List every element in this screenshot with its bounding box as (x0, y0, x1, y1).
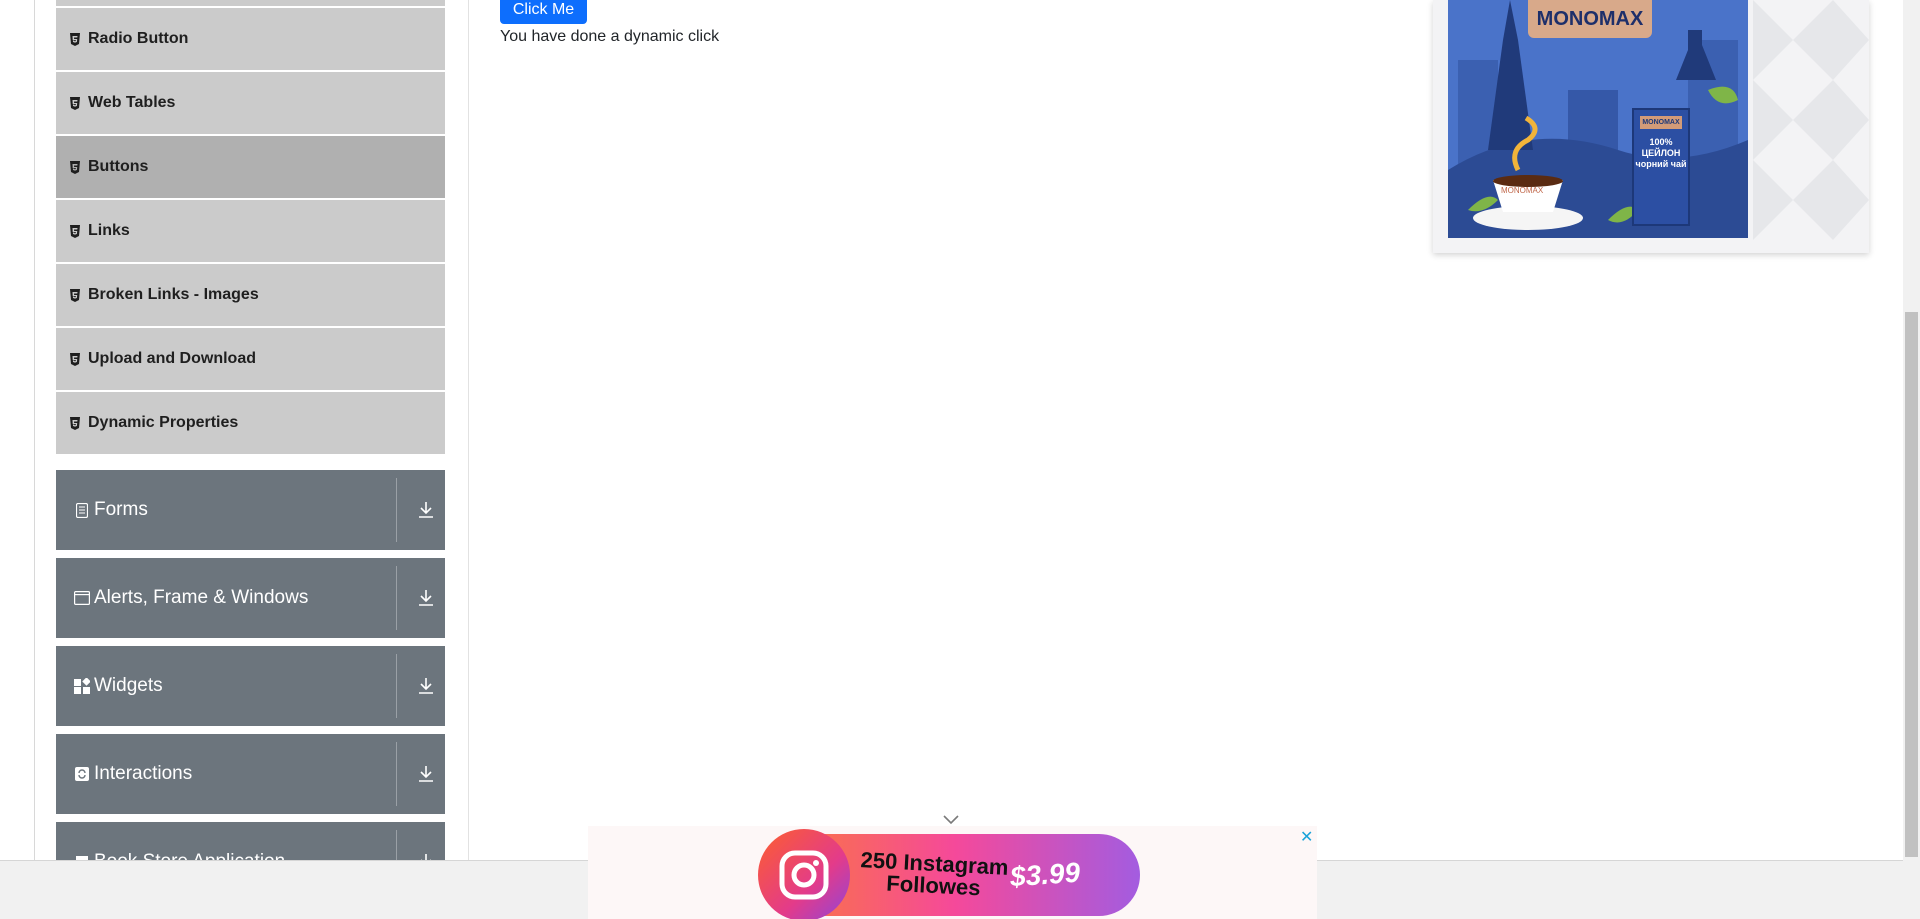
group-header-forms[interactable]: Forms (56, 470, 445, 550)
brand-logo: MONOMAX (1528, 0, 1652, 38)
download-arrow-icon[interactable] (413, 673, 439, 699)
click-me-button[interactable]: Click Me (500, 0, 587, 24)
group-header-interactions[interactable]: Interactions (56, 734, 445, 814)
group-label: Widgets (94, 675, 163, 696)
instagram-followers-ad[interactable]: 250 Instagram Followes $3.99 ✕ (588, 826, 1317, 919)
group-separator (396, 566, 397, 630)
window-icon (73, 589, 91, 607)
sidebar-item-broken-links[interactable]: Broken Links - Images (56, 264, 445, 326)
download-arrow-icon[interactable] (413, 761, 439, 787)
page: Radio Button Web Tables Buttons Links Br (0, 0, 1920, 919)
download-arrow-icon[interactable] (413, 585, 439, 611)
group-separator (396, 654, 397, 718)
tea-box-brand: MONOMAX (1640, 116, 1682, 129)
cup-brand: MONOMAX (1501, 186, 1544, 195)
sidebar-divider (468, 0, 469, 860)
group-header-widgets[interactable]: Widgets (56, 646, 445, 726)
group-label: Alerts, Frame & Windows (94, 587, 309, 608)
dynamic-click-message: You have done a dynamic click (500, 28, 720, 45)
elements-menu-list: Radio Button Web Tables Buttons Links Br (56, 0, 445, 456)
ad-pill: 250 Instagram Followes $3.99 (758, 829, 1140, 919)
left-border (34, 0, 35, 860)
html5-icon (70, 416, 80, 430)
widgets-icon (73, 677, 91, 695)
sidebar-item-label: Upload and Download (88, 350, 256, 367)
tea-package: MONOMAX 100% ЦЕЙЛОН чорний чай (1632, 108, 1690, 226)
sidebar-item-label: Web Tables (88, 94, 176, 111)
menu-item-cut (56, 0, 445, 6)
group-label: Interactions (94, 763, 193, 784)
ad-price: $3.99 (1008, 856, 1082, 893)
close-icon[interactable]: ✕ (1300, 829, 1314, 845)
html5-icon (70, 224, 80, 238)
interactions-icon (73, 765, 91, 783)
scrollbar-thumb[interactable] (1905, 312, 1918, 857)
advertisement-banner[interactable]: MONOMAX MONOMAX 100% ЦЕЙЛОН чорний чай M… (1433, 0, 1869, 253)
sidebar-item-label: Dynamic Properties (88, 414, 239, 431)
group-header-alerts[interactable]: Alerts, Frame & Windows (56, 558, 445, 638)
ad-headline: 250 Instagram Followes (859, 847, 1009, 901)
html5-icon (70, 160, 80, 174)
sidebar-item-buttons[interactable]: Buttons (56, 136, 445, 198)
download-arrow-icon[interactable] (413, 497, 439, 523)
html5-icon (70, 96, 80, 110)
sidebar-item-dynamic-properties[interactable]: Dynamic Properties (56, 392, 445, 454)
ad-image: MONOMAX MONOMAX 100% ЦЕЙЛОН чорний чай M… (1448, 0, 1748, 238)
sidebar-item-label: Radio Button (88, 30, 189, 47)
sidebar-item-links[interactable]: Links (56, 200, 445, 262)
group-separator (396, 478, 397, 542)
sidebar-item-radio-button[interactable]: Radio Button (56, 8, 445, 70)
sidebar-item-label: Links (88, 222, 130, 239)
tea-box-text: 100% ЦЕЙЛОН чорний чай (1635, 137, 1687, 169)
html5-icon (70, 32, 80, 46)
sidebar-item-upload-download[interactable]: Upload and Download (56, 328, 445, 390)
instagram-icon (758, 829, 850, 919)
chevron-down-icon[interactable] (942, 814, 960, 826)
group-label: Forms (94, 499, 148, 520)
sidebar-item-web-tables[interactable]: Web Tables (56, 72, 445, 134)
html5-icon (70, 288, 80, 302)
sidebar-item-label: Broken Links - Images (88, 286, 259, 303)
html5-icon (70, 352, 80, 366)
sidebar-item-label: Buttons (88, 158, 149, 175)
group-separator (396, 742, 397, 806)
form-icon (73, 501, 91, 519)
